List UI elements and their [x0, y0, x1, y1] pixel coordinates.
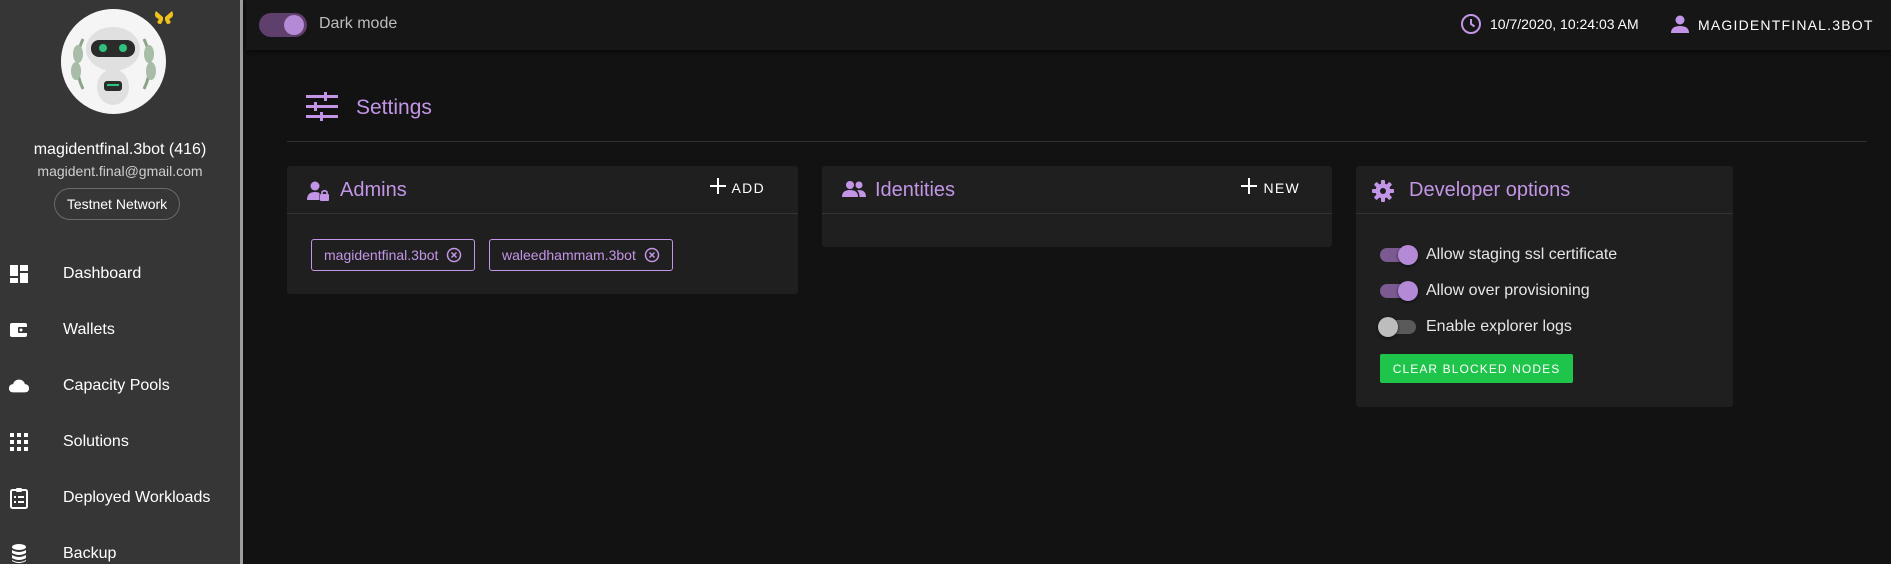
top-bar: Dark mode 10/7/2020, 10:24:03 AM MAGIDEN…	[246, 0, 1891, 50]
new-identity-label: NEW	[1263, 179, 1300, 196]
developer-options-header: Developer options	[1356, 166, 1733, 214]
clipboard-list-icon	[8, 487, 30, 509]
identities-card-header: Identities NEW	[822, 166, 1332, 214]
add-admin-label: ADD	[731, 179, 765, 196]
account-icon	[1670, 13, 1690, 40]
identities-card: Identities NEW	[822, 166, 1332, 247]
user-email: magident.final@gmail.com	[37, 163, 203, 179]
nav-solutions[interactable]: Solutions	[0, 414, 240, 470]
dark-mode-label: Dark mode	[319, 15, 398, 32]
nav-label-capacity-pools: Capacity Pools	[63, 377, 170, 394]
option-explorer-logs[interactable]: Enable explorer logs	[1378, 315, 1572, 339]
account-name[interactable]: MAGIDENTFINAL.3BOT	[1698, 17, 1874, 33]
admins-title: Admins	[340, 179, 407, 201]
add-admin-button[interactable]: ADD	[709, 178, 765, 197]
cloud-icon	[8, 375, 30, 397]
robot-avatar-icon	[61, 9, 165, 113]
admin-chip-label: waleedhammam.3bot	[502, 247, 636, 263]
admin-chip[interactable]: waleedhammam.3bot	[489, 239, 673, 271]
nav-label-solutions: Solutions	[63, 433, 129, 450]
explorer-logs-switch[interactable]	[1378, 317, 1416, 337]
user-name: magidentfinal.3bot (416)	[33, 141, 207, 158]
dark-mode-toggle-thumb	[284, 15, 304, 35]
nav-capacity-pools[interactable]: Capacity Pools	[0, 358, 240, 414]
developer-options-title: Developer options	[1409, 179, 1571, 201]
option-label: Allow over provisioning	[1426, 282, 1590, 299]
plus-icon	[709, 178, 726, 197]
butterfly-icon	[153, 9, 175, 32]
avatar	[61, 9, 166, 114]
option-over-provisioning[interactable]: Allow over provisioning	[1380, 279, 1590, 303]
nav-dashboard[interactable]: Dashboard	[0, 246, 240, 302]
option-staging-ssl[interactable]: Allow staging ssl certificate	[1380, 243, 1617, 267]
apps-grid-icon	[8, 431, 30, 453]
developer-options-card: Developer options Allow staging ssl cert…	[1356, 166, 1733, 407]
dark-mode-toggle[interactable]	[259, 13, 307, 37]
nav-backup[interactable]: Backup	[0, 526, 240, 564]
nav-label-wallets: Wallets	[63, 321, 115, 338]
dashboard-icon	[8, 263, 30, 285]
page-title: Settings	[356, 96, 432, 119]
nav-wallets[interactable]: Wallets	[0, 302, 240, 358]
clear-blocked-nodes-button[interactable]: CLEAR BLOCKED NODES	[1380, 354, 1573, 383]
current-datetime: 10/7/2020, 10:24:03 AM	[1490, 16, 1639, 32]
network-chip[interactable]: Testnet Network	[54, 188, 180, 220]
nav-label-dashboard: Dashboard	[63, 265, 142, 282]
admin-chip-label: magidentfinal.3bot	[324, 247, 439, 263]
nav-deployed-workloads[interactable]: Deployed Workloads	[0, 470, 240, 526]
tune-settings-icon	[306, 92, 338, 127]
header-divider	[287, 141, 1867, 142]
remove-chip-icon[interactable]	[446, 247, 462, 263]
wallet-icon	[8, 319, 30, 341]
option-label: Allow staging ssl certificate	[1426, 246, 1618, 263]
sidebar: magidentfinal.3bot (416) magident.final@…	[0, 0, 243, 564]
admin-chip[interactable]: magidentfinal.3bot	[311, 239, 476, 271]
clock-icon	[1460, 13, 1482, 40]
admins-card-header: Admins ADD	[287, 166, 798, 214]
staging-ssl-switch[interactable]	[1380, 245, 1418, 265]
gear-icon	[1372, 180, 1394, 207]
admin-lock-icon	[307, 180, 329, 207]
people-icon	[842, 180, 866, 203]
nav-label-backup: Backup	[63, 545, 117, 562]
remove-chip-icon[interactable]	[644, 247, 660, 263]
over-provisioning-switch[interactable]	[1380, 281, 1418, 301]
admins-card: Admins ADD magidentfinal.3bot waleedhamm…	[287, 166, 798, 294]
nav-label-deployed-workloads: Deployed Workloads	[63, 489, 211, 506]
plus-icon	[1241, 178, 1258, 197]
option-label: Enable explorer logs	[1426, 318, 1572, 335]
new-identity-button[interactable]: NEW	[1241, 178, 1300, 197]
identities-title: Identities	[875, 179, 956, 201]
database-icon	[8, 543, 30, 564]
